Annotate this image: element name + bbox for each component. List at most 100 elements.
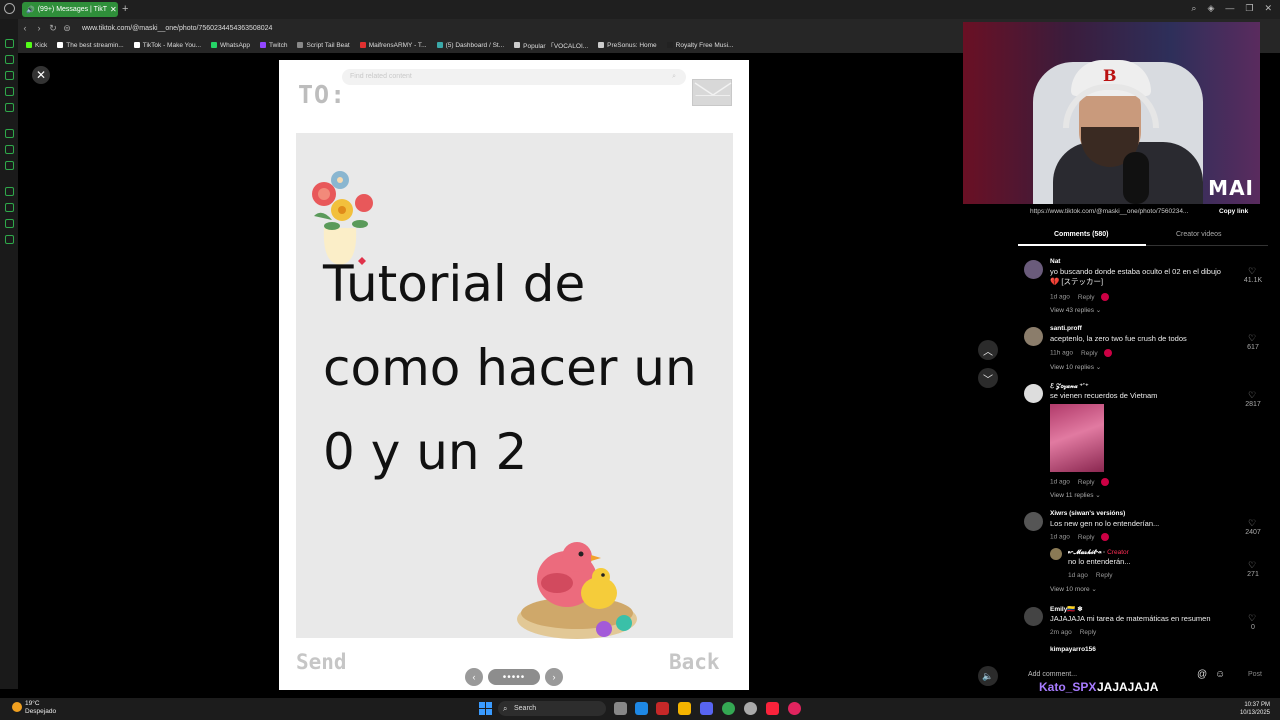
avatar[interactable] <box>1050 548 1062 560</box>
browser-tab[interactable]: 🔊 (99+) Messages | TikT ✕ <box>22 2 118 17</box>
previous-video-button[interactable]: ︿ <box>978 340 998 360</box>
comment-author[interactable]: Nat <box>1050 258 1060 265</box>
comment-sticker-image[interactable] <box>1050 404 1104 472</box>
bookmark-favicon-icon <box>260 42 267 48</box>
add-comment-input[interactable]: Add comment... <box>1028 671 1077 678</box>
extensions-icon[interactable]: ◈ <box>1207 3 1214 14</box>
avatar[interactable] <box>1024 327 1043 346</box>
view-replies-button[interactable]: View 11 replies ⌄ <box>1050 491 1101 499</box>
like-heart-icon[interactable]: ♡ <box>1248 266 1256 277</box>
weather-widget[interactable]: 19°C Despejado <box>12 700 56 716</box>
maximize-button[interactable]: ❐ <box>1245 3 1253 14</box>
chevron-down-icon: ﹀ <box>983 374 993 386</box>
sidebar-app-icon[interactable] <box>5 219 14 228</box>
sidebar-app-icon[interactable] <box>5 187 14 196</box>
sidebar-app-icon[interactable] <box>5 235 14 244</box>
related-search-input[interactable]: Find related content ⌕ <box>342 69 686 85</box>
sidebar-app-icon[interactable] <box>5 145 14 154</box>
view-replies-button[interactable]: View 10 replies ⌄ <box>1050 363 1101 371</box>
music-icon[interactable] <box>766 702 779 715</box>
view-replies-button[interactable]: View 43 replies ⌄ <box>1050 306 1101 314</box>
avatar[interactable] <box>1024 384 1043 403</box>
bookmark-item[interactable]: Kick <box>26 42 47 49</box>
avatar[interactable] <box>1024 607 1043 626</box>
bookmark-item[interactable]: The best streamin... <box>57 42 124 49</box>
volume-button[interactable]: 🔈 <box>978 666 998 686</box>
search-tabs-icon[interactable]: ⌕ <box>1191 3 1196 14</box>
like-heart-icon[interactable]: ♡ <box>1248 333 1256 344</box>
reload-icon[interactable]: ↻ <box>46 23 60 34</box>
comment-author[interactable]: Xiwrs (siwan's versións) <box>1050 510 1125 517</box>
comment-author[interactable]: kimpayarro156 <box>1050 646 1096 653</box>
sidebar-app-icon[interactable] <box>5 55 14 64</box>
bookmark-item[interactable]: Popular 「VOCALOI... <box>514 40 588 50</box>
prev-slide-button[interactable]: ‹ <box>465 668 483 686</box>
sidebar-app-icon[interactable] <box>5 87 14 96</box>
reply-button[interactable]: Reply <box>1081 350 1098 357</box>
reply-button[interactable]: Reply <box>1078 479 1095 486</box>
sidebar-app-icon[interactable] <box>5 203 14 212</box>
url-field[interactable]: www.tiktok.com/@maski__one/photo/7560234… <box>82 25 272 32</box>
file-explorer-icon[interactable] <box>678 702 691 715</box>
sidebar-app-icon[interactable] <box>5 71 14 80</box>
comment-author[interactable]: santi.proff <box>1050 325 1082 332</box>
window-controls: ⌕ ◈ — ❐ ✕ <box>1191 3 1272 14</box>
reply-button[interactable]: Reply <box>1078 534 1095 541</box>
like-heart-icon[interactable]: ♡ <box>1248 518 1256 529</box>
windows-start-icon[interactable] <box>479 702 492 715</box>
reply-button[interactable]: Reply <box>1080 629 1097 636</box>
reply-button[interactable]: Reply <box>1078 294 1095 301</box>
opera-icon[interactable] <box>788 702 801 715</box>
bookmark-item[interactable]: Royalty Free Musi... <box>666 42 733 49</box>
comment-time: 2m ago <box>1050 629 1072 636</box>
like-heart-icon[interactable]: ♡ <box>1248 390 1256 401</box>
tab-creator-videos[interactable]: Creator videos <box>1176 231 1222 238</box>
back-nav-icon[interactable]: ‹ <box>18 23 32 33</box>
like-heart-icon[interactable]: ♡ <box>1248 613 1256 624</box>
bookmark-item[interactable]: TikTok - Make You... <box>133 42 201 49</box>
next-video-button[interactable]: ﹀ <box>978 368 998 388</box>
forward-nav-icon[interactable]: › <box>32 23 46 33</box>
task-view-icon[interactable] <box>614 702 627 715</box>
chrome-icon[interactable] <box>722 702 735 715</box>
app-icon[interactable] <box>656 702 669 715</box>
comment-author[interactable]: Emily🇨🇴 ❄ <box>1050 605 1083 613</box>
comment-time: 1d ago <box>1068 572 1088 579</box>
discord-icon[interactable] <box>700 702 713 715</box>
outlook-icon[interactable] <box>635 702 648 715</box>
bookmark-item[interactable]: WhatsApp <box>211 42 250 49</box>
reply-button[interactable]: Reply <box>1096 572 1113 579</box>
system-clock[interactable]: 10:37 PM 10/13/2025 <box>1240 701 1270 717</box>
mention-icon[interactable]: @ <box>1197 669 1207 680</box>
comment-author[interactable]: ℰ 𝒵𝑜𝓏𝒶𝓃𝒶 ⁺˚⁺ <box>1050 382 1089 391</box>
settings-icon[interactable] <box>744 702 757 715</box>
avatar[interactable] <box>1024 260 1043 279</box>
new-tab-button[interactable]: + <box>122 3 128 15</box>
bookmark-item[interactable]: PreSonus: Home <box>598 42 657 49</box>
bookmark-item[interactable]: (5) Dashboard / St... <box>436 42 504 49</box>
taskbar-search[interactable]: ⌕ Search <box>498 701 606 716</box>
close-window-button[interactable]: ✕ <box>1264 3 1272 14</box>
active-tab-indicator <box>1018 244 1146 246</box>
minimize-button[interactable]: — <box>1225 3 1234 14</box>
next-slide-button[interactable]: › <box>545 668 563 686</box>
avatar[interactable] <box>1024 512 1043 531</box>
bookmark-item[interactable]: MaifrensARMY - T... <box>359 42 427 49</box>
sidebar-app-icon[interactable] <box>5 103 14 112</box>
bookmark-favicon-icon <box>666 42 673 48</box>
bookmark-item[interactable]: Twitch <box>260 42 287 49</box>
post-comment-button[interactable]: Post <box>1248 671 1262 678</box>
view-more-replies-button[interactable]: View 10 more ⌄ <box>1050 585 1097 593</box>
comment-author[interactable]: ↜𝓜𝓪𝓼𝓴𝓲𝓽↝ · Creator <box>1068 548 1129 557</box>
emoji-icon[interactable]: ☺ <box>1215 669 1225 680</box>
sidebar-app-icon[interactable] <box>5 129 14 138</box>
bookmark-item[interactable]: Script Tail Beat <box>297 42 350 49</box>
close-tab-icon[interactable]: ✕ <box>110 5 118 14</box>
sidebar-app-icon[interactable] <box>5 39 14 48</box>
site-info-icon[interactable]: ⊜ <box>60 23 74 34</box>
copy-link-button[interactable]: Copy link <box>1219 208 1248 215</box>
like-heart-icon[interactable]: ♡ <box>1248 560 1256 571</box>
sidebar-app-icon[interactable] <box>5 161 14 170</box>
tab-comments[interactable]: Comments (580) <box>1054 231 1108 238</box>
close-viewer-button[interactable]: ✕ <box>32 66 50 84</box>
